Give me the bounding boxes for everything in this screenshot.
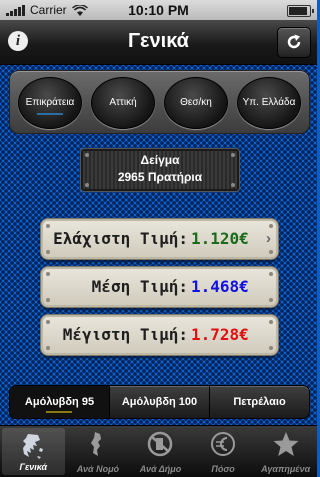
fuel-selector: Αμόλυβδη 95 Αμόλυβδη 100 Πετρέλαιο (9, 385, 310, 419)
region-label: Υπ. Ελλάδα (242, 97, 296, 108)
max-price-row: Μέγιστη Τιμή: 1.728€ (40, 314, 279, 356)
tab-how-much[interactable]: Πόσο (192, 426, 255, 477)
tab-label: Ανά Δήμο (139, 464, 182, 474)
tab-label: Πόσο (211, 464, 235, 474)
screw (46, 272, 50, 276)
region-label: Επικράτεια (25, 97, 75, 108)
selected-indicator (37, 113, 63, 115)
min-price-value: 1.120€ (191, 229, 249, 248)
tab-by-municipality[interactable]: Ανά Δήμο (129, 426, 192, 477)
screw (269, 224, 273, 228)
municipality-icon (148, 431, 173, 457)
refresh-button[interactable] (277, 27, 311, 58)
region-selector: Επικράτεια Αττική Θεσ/κη Υπ. Ελλάδα (9, 70, 310, 134)
fuel-label: Αμόλυβδη 95 (24, 396, 95, 408)
fuel-tab-unleaded-95[interactable]: Αμόλυβδη 95 (10, 386, 109, 418)
screw (46, 320, 50, 324)
tab-label: Γενικά (19, 462, 48, 472)
navigation-bar: i Γενικά (0, 20, 317, 65)
refresh-icon (287, 34, 301, 49)
tab-favorites[interactable]: Αγαπημένα (254, 426, 317, 477)
selected-indicator (46, 411, 72, 413)
sample-title: Δείγμα (140, 153, 180, 167)
screw (269, 250, 273, 254)
screw (46, 250, 50, 254)
avg-price-row: Μέση Τιμή: 1.468€ (40, 266, 279, 308)
max-price-label: Μέγιστη Τιμή: (62, 325, 188, 344)
greece-map-icon (23, 434, 44, 459)
screw (269, 272, 273, 276)
chevron-right-icon: › (266, 230, 271, 247)
avg-price-label: Μέση Τιμή: (91, 277, 188, 296)
sample-plate: Δείγμα 2965 Πρατήρια (80, 148, 240, 192)
tab-by-prefecture[interactable]: Ανά Νομό (67, 426, 130, 477)
tab-label: Ανά Νομό (76, 464, 120, 474)
region-map-icon (90, 432, 101, 456)
max-price-value: 1.728€ (191, 325, 249, 344)
min-price-label: Ελάχιστη Τιμή: (53, 229, 188, 248)
battery-icon (287, 5, 314, 17)
screw (46, 298, 50, 302)
min-price-row[interactable]: Ελάχιστη Τιμή: 1.120€ › (40, 218, 279, 260)
tab-general[interactable]: Γενικά (2, 428, 65, 475)
page-title: Γενικά (128, 30, 189, 52)
region-label: Θεσ/κη (180, 97, 212, 108)
sample-count: 2965 Πρατήρια (117, 170, 203, 184)
fuel-tab-diesel[interactable]: Πετρέλαιο (209, 386, 309, 418)
status-bar: Carrier 10:10 PM (0, 0, 317, 20)
avg-price-value: 1.468€ (191, 277, 249, 296)
region-button-attiki[interactable]: Αττική (91, 77, 155, 129)
status-time: 10:10 PM (128, 2, 189, 18)
fuel-label: Πετρέλαιο (233, 396, 286, 408)
region-label: Αττική (109, 97, 137, 108)
screw (46, 346, 50, 350)
fuel-tab-unleaded-100[interactable]: Αμόλυβδη 100 (109, 386, 209, 418)
tab-bar: Γενικά Ανά Νομό Ανά Δήμο Πόσο Αγαπημένα (0, 425, 317, 477)
region-button-ypoloipi-ellada[interactable]: Υπ. Ελλάδα (237, 77, 301, 129)
region-button-epikrateia[interactable]: Επικράτεια (18, 77, 82, 129)
tab-label: Αγαπημένα (261, 464, 311, 474)
fuel-label: Αμόλυβδη 100 (121, 396, 198, 408)
screw (46, 224, 50, 228)
screw (269, 346, 273, 350)
screw (269, 298, 273, 302)
region-button-thessaloniki[interactable]: Θεσ/κη (164, 77, 228, 129)
screw (269, 320, 273, 324)
star-icon (273, 432, 299, 456)
euro-icon (211, 432, 236, 456)
